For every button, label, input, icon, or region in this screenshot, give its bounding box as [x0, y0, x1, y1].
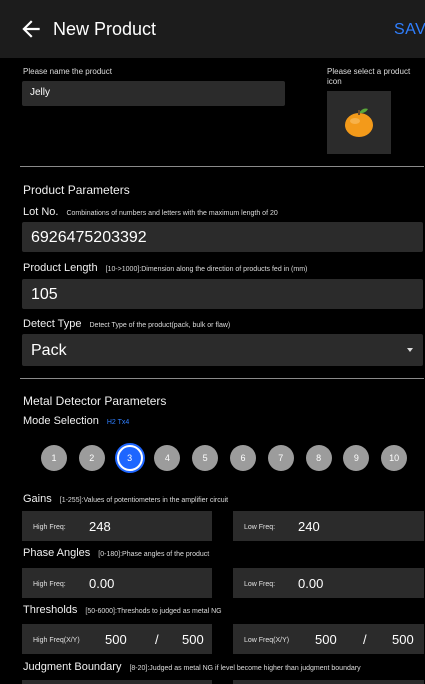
thresholds-high-x-value: 500: [105, 632, 127, 647]
orange-fruit-icon: [345, 108, 373, 137]
judgment-boundary-hint: [8-20]:Judged as metal NG if level becom…: [129, 665, 361, 672]
thresholds-low-y-value: 500: [392, 632, 414, 647]
judgment-boundary-input[interactable]: [22, 680, 212, 684]
page-title: New Product: [53, 19, 157, 39]
thresholds-hint: [50-6000]:Threshods to judged as metal N…: [85, 608, 222, 615]
mode-button-7[interactable]: 7: [267, 445, 294, 471]
gains-hint: [1-255]:Values of potentiometers in the …: [59, 497, 229, 504]
lot-no-value: 6926475203392: [31, 229, 147, 246]
judgment-boundary-label-text: Judgment Boundary: [23, 661, 122, 673]
product-length-label: Product Length [10->1000]:Dimension along…: [23, 262, 307, 274]
divider: [20, 378, 424, 379]
detect-type-label: Detect Type Detect Type of the product(pa…: [23, 318, 230, 330]
gains-label-text: Gains: [23, 493, 52, 505]
product-length-input[interactable]: 105: [22, 279, 423, 309]
mode-button-2[interactable]: 2: [78, 445, 105, 471]
detect-type-value: Pack: [31, 342, 67, 359]
thresholds-low-freq-label: Low Freq(X/Y): [244, 637, 290, 644]
lot-no-input[interactable]: 6926475203392: [22, 222, 423, 252]
detect-type-select[interactable]: Pack: [22, 334, 423, 366]
mode-button-4[interactable]: 4: [154, 445, 181, 471]
phase-angles-label-text: Phase Angles: [23, 547, 91, 559]
phase-high-freq-value: 0.00: [89, 576, 115, 591]
product-name-label: Please name the product: [23, 67, 112, 76]
judgment-boundary-input[interactable]: [233, 680, 424, 684]
product-length-value: 105: [31, 286, 58, 303]
gains-high-freq-value: 248: [89, 519, 111, 534]
thresholds-low-x-value: 500: [315, 632, 337, 647]
phase-high-freq-input[interactable]: High Freq: 0.00: [22, 568, 212, 598]
product-name-input[interactable]: Jelly: [22, 81, 285, 106]
mode-button-1[interactable]: 1: [41, 445, 67, 471]
gains-high-freq-input[interactable]: High Freq: 248: [22, 511, 212, 541]
product-parameters-title: Product Parameters: [23, 183, 130, 197]
mode-selection-label: Mode Selection H2 Tx4: [23, 415, 129, 427]
mode-button-8[interactable]: 8: [305, 445, 332, 471]
mode-selection-label-text: Mode Selection: [23, 415, 99, 427]
thresholds-high-y-value: 500: [182, 632, 204, 647]
thresholds-high-freq-input[interactable]: High Freq(X/Y) 500 / 500: [22, 624, 212, 654]
divider: [20, 166, 424, 167]
judgment-boundary-label: Judgment Boundary [8-20]:Judged as metal …: [23, 661, 361, 673]
phase-low-freq-label: Low Freq:: [244, 581, 276, 588]
product-length-label-text: Product Length: [23, 262, 98, 274]
mode-button-3[interactable]: 3: [116, 445, 143, 471]
phase-high-freq-label: High Freq:: [33, 581, 66, 588]
phase-angles-label: Phase Angles [0-180]:Phase angles of the …: [23, 547, 209, 559]
thresholds-slash: /: [363, 632, 367, 647]
gains-label: Gains [1-255]:Values of potentiometers in…: [23, 493, 228, 505]
thresholds-label: Thresholds [50-6000]:Threshods to judged …: [23, 604, 222, 616]
gains-low-freq-value: 240: [298, 519, 320, 534]
product-icon-picker[interactable]: [327, 91, 391, 154]
lot-no-label-text: Lot No.: [23, 206, 59, 218]
product-name-value: Jelly: [30, 87, 51, 98]
thresholds-low-freq-input[interactable]: Low Freq(X/Y) 500 / 500: [233, 624, 424, 654]
mode-button-5[interactable]: 5: [192, 445, 219, 471]
phase-low-freq-value: 0.00: [298, 576, 324, 591]
detect-type-hint: Detect Type of the product(pack, bulk or…: [89, 322, 231, 329]
save-button[interactable]: SAVE: [394, 21, 425, 39]
thresholds-slash: /: [155, 632, 159, 647]
phase-low-freq-input[interactable]: Low Freq: 0.00: [233, 568, 424, 598]
thresholds-label-text: Thresholds: [23, 604, 78, 616]
back-arrow-icon[interactable]: [18, 16, 44, 42]
gains-low-freq-input[interactable]: Low Freq: 240: [233, 511, 424, 541]
gains-high-freq-label: High Freq:: [33, 524, 66, 531]
metal-detector-title: Metal Detector Parameters: [23, 394, 167, 408]
lot-no-hint: Combinations of numbers and letters with…: [66, 210, 278, 217]
dropdown-arrow-icon: [407, 348, 413, 352]
mode-button-9[interactable]: 9: [343, 445, 370, 471]
thresholds-high-freq-label: High Freq(X/Y): [33, 637, 80, 644]
phase-angles-hint: [0-180]:Phase angles of the product: [98, 551, 210, 558]
mode-button-10[interactable]: 10: [381, 445, 408, 471]
app-bar: New Product SAVE: [0, 0, 425, 58]
product-length-hint: [10->1000]:Dimension along the direction…: [105, 266, 308, 273]
mode-button-6[interactable]: 6: [230, 445, 256, 471]
lot-no-label: Lot No. Combinations of numbers and lette…: [23, 206, 278, 218]
product-icon-label: Please select a product icon: [327, 67, 411, 86]
detect-type-label-text: Detect Type: [23, 318, 82, 330]
gains-low-freq-label: Low Freq:: [244, 524, 276, 531]
mode-selection-value: H2 Tx4: [106, 419, 130, 426]
